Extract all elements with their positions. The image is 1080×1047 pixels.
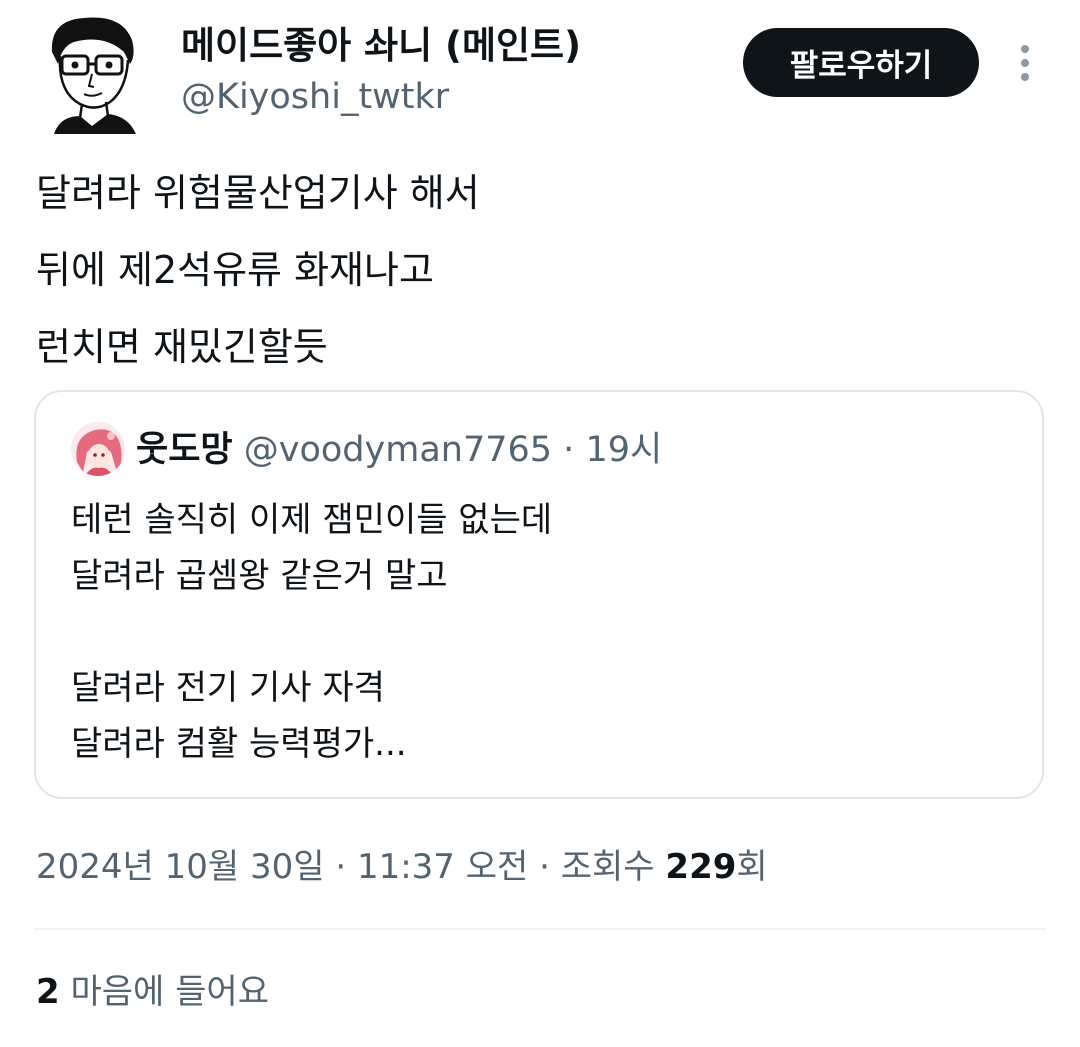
views-label: 조회수 <box>560 847 655 887</box>
quote-author-handle[interactable]: @voodyman7765 <box>244 430 552 470</box>
tweet-time[interactable]: 11:37 오전 <box>357 847 528 887</box>
likes-label: 마음에 들어요 <box>70 972 269 1012</box>
quote-author-name[interactable]: 웃도망 <box>136 430 233 470</box>
quote-author-avatar[interactable] <box>71 422 125 476</box>
quote-timestamp[interactable]: 19시 <box>585 430 662 470</box>
tweet-meta: 2024년 10월 30일 · 11:37 오전 · 조회수 229회 <box>36 843 768 891</box>
quote-avatar-image <box>71 422 125 476</box>
author-handle[interactable]: @Kiyoshi_twtkr <box>181 74 449 120</box>
quote-line: 달려라 곱셈왕 같은거 말고 <box>71 556 448 596</box>
divider <box>34 928 1046 930</box>
quote-body: 테런 솔직히 이제 잼민이들 없는데 달려라 곱셈왕 같은거 말고 달려라 전기… <box>71 492 552 772</box>
quote-line: 테런 솔직히 이제 잼민이들 없는데 <box>71 500 553 540</box>
views-count: 229 <box>665 847 737 887</box>
quoted-tweet-card[interactable]: 웃도망 @voodyman7765 · 19시 테런 솔직히 이제 잼민이들 없… <box>34 390 1044 799</box>
author-avatar[interactable] <box>44 12 142 134</box>
follow-button[interactable]: 팔로우하기 <box>743 28 979 97</box>
tweet-line: 달려라 위험물산업기사 해서 <box>36 171 480 215</box>
tweet-line: 뒤에 제2석유류 화재나고 <box>36 248 434 292</box>
author-avatar-image <box>44 12 142 134</box>
quote-header: 웃도망 @voodyman7765 · 19시 <box>136 428 662 472</box>
more-vertical-icon <box>1021 45 1029 81</box>
quote-separator: · <box>563 430 575 470</box>
quote-line: 달려라 컴활 능력평가... <box>71 724 407 764</box>
quote-line <box>71 604 552 660</box>
more-options-button[interactable] <box>1008 38 1042 88</box>
likes-count: 2 <box>36 972 60 1012</box>
meta-separator: · <box>335 847 347 887</box>
author-display-name[interactable]: 메이드좋아 솨니 (메인트) <box>181 22 581 70</box>
likes-row[interactable]: 2 마음에 들어요 <box>36 968 269 1016</box>
views-suffix: 회 <box>736 847 768 887</box>
tweet-text: 달려라 위험물산업기사 해서 뒤에 제2석유류 화재나고 런치면 재밌긴할듯 <box>36 155 1036 386</box>
tweet-line: 런치면 재밌긴할듯 <box>36 325 328 369</box>
tweet-date[interactable]: 2024년 10월 30일 <box>36 847 325 887</box>
meta-separator: · <box>539 847 550 887</box>
quote-line: 달려라 전기 기사 자격 <box>71 668 385 708</box>
